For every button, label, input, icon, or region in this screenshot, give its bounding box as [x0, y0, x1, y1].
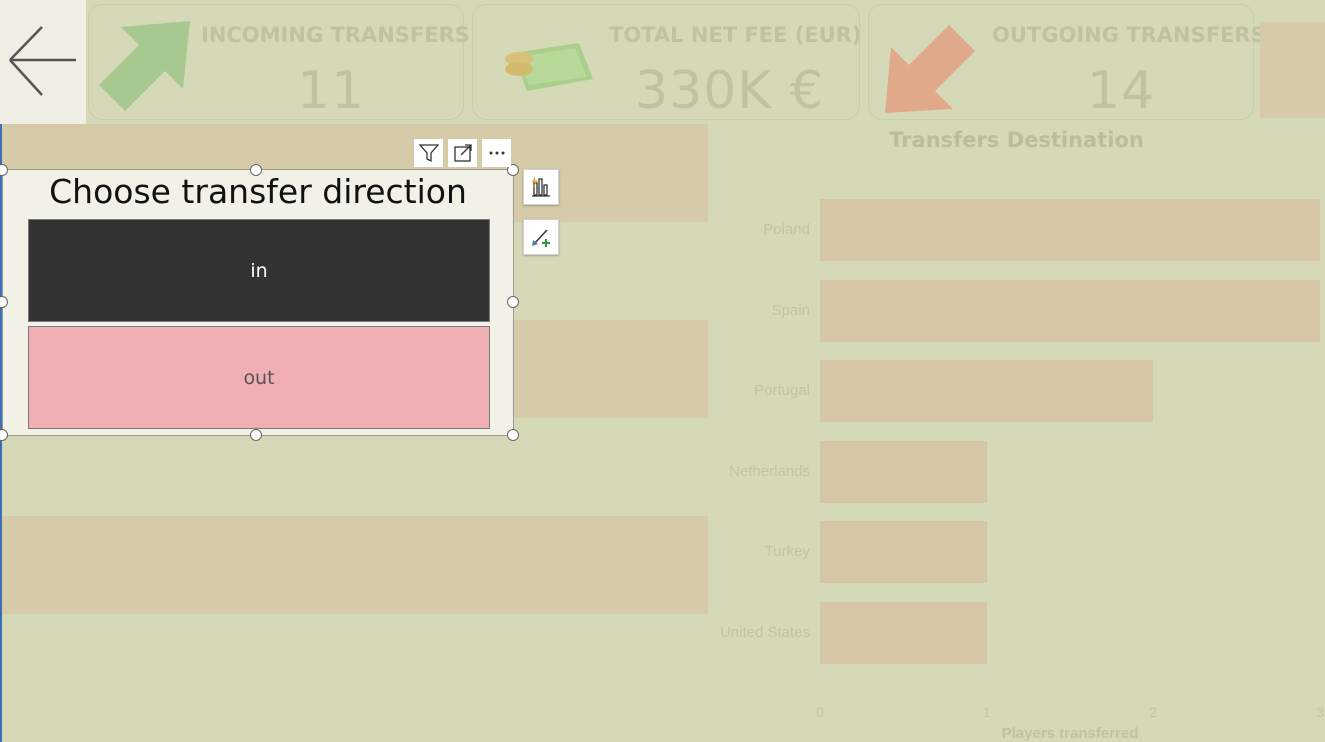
chart-title: Transfers Destination	[889, 128, 1144, 152]
kpi-title: TOTAL NET FEE (EUR)	[609, 23, 862, 47]
kpi-card-net-fee: TOTAL NET FEE (EUR) 330K €	[472, 4, 862, 121]
resize-handle[interactable]	[250, 429, 262, 441]
format-visual-icon	[532, 229, 550, 247]
back-arrow-icon	[9, 26, 76, 96]
kpi-value: 14	[1087, 61, 1156, 121]
build-visual-icon	[532, 176, 550, 197]
kpi-card-outgoing: OUTGOING TRANSFERS 14	[868, 4, 1266, 121]
slicer-option-label: in	[250, 259, 268, 282]
focus-mode-button[interactable]	[448, 139, 477, 167]
resize-handle[interactable]	[507, 429, 519, 441]
category-label: Poland	[763, 221, 810, 238]
bar[interactable]	[820, 602, 987, 664]
x-tick-label: 2	[1149, 704, 1158, 720]
down-left-arrow-icon	[885, 25, 975, 113]
x-tick-label: 1	[982, 704, 991, 720]
kpi-card-partial	[1260, 22, 1325, 118]
resize-handle[interactable]	[507, 296, 519, 308]
category-label: Netherlands	[729, 462, 810, 480]
category-label: Spain	[771, 301, 810, 319]
slicer-option-in[interactable]: in	[28, 219, 490, 322]
kpi-title: OUTGOING TRANSFERS	[992, 23, 1266, 47]
table-row	[0, 516, 708, 614]
filter-icon	[418, 144, 439, 163]
x-tick-label: 0	[816, 704, 824, 720]
build-visual-button[interactable]	[523, 169, 559, 205]
category-label: United States	[719, 624, 810, 641]
slicer-title: Choose transfer direction	[49, 172, 467, 211]
money-icon	[505, 43, 593, 91]
transfer-direction-slicer[interactable]: Choose transfer direction in out	[2, 169, 514, 436]
bar[interactable]	[820, 279, 1320, 342]
x-tick-label: 3	[1316, 704, 1324, 720]
up-right-arrow-icon	[99, 21, 190, 111]
resize-handle[interactable]	[250, 164, 262, 176]
more-options-button[interactable]	[482, 139, 511, 167]
slicer-option-out[interactable]: out	[28, 326, 490, 429]
format-visual-button[interactable]	[523, 219, 559, 255]
category-label: Portugal	[754, 382, 810, 400]
category-label: Turkey	[764, 543, 810, 561]
bar[interactable]	[820, 199, 1320, 261]
more-options-icon	[489, 151, 504, 155]
focus-mode-icon	[453, 144, 472, 162]
kpi-title: INCOMING TRANSFERS	[201, 23, 470, 47]
back-button[interactable]	[0, 0, 86, 124]
kpi-value: 330K €	[635, 61, 824, 121]
bar[interactable]	[820, 440, 987, 503]
kpi-card-incoming: INCOMING TRANSFERS 11	[88, 4, 470, 121]
filter-button[interactable]	[414, 139, 443, 167]
kpi-value: 11	[297, 61, 366, 121]
slicer-option-label: out	[243, 366, 275, 389]
x-axis-label: Players transferred	[1001, 725, 1139, 742]
bar[interactable]	[820, 360, 1154, 423]
table-row	[0, 614, 708, 712]
bar[interactable]	[820, 521, 987, 584]
transfers-destination-chart[interactable]: Transfers Destination Poland Spain Portuga…	[708, 124, 1325, 742]
